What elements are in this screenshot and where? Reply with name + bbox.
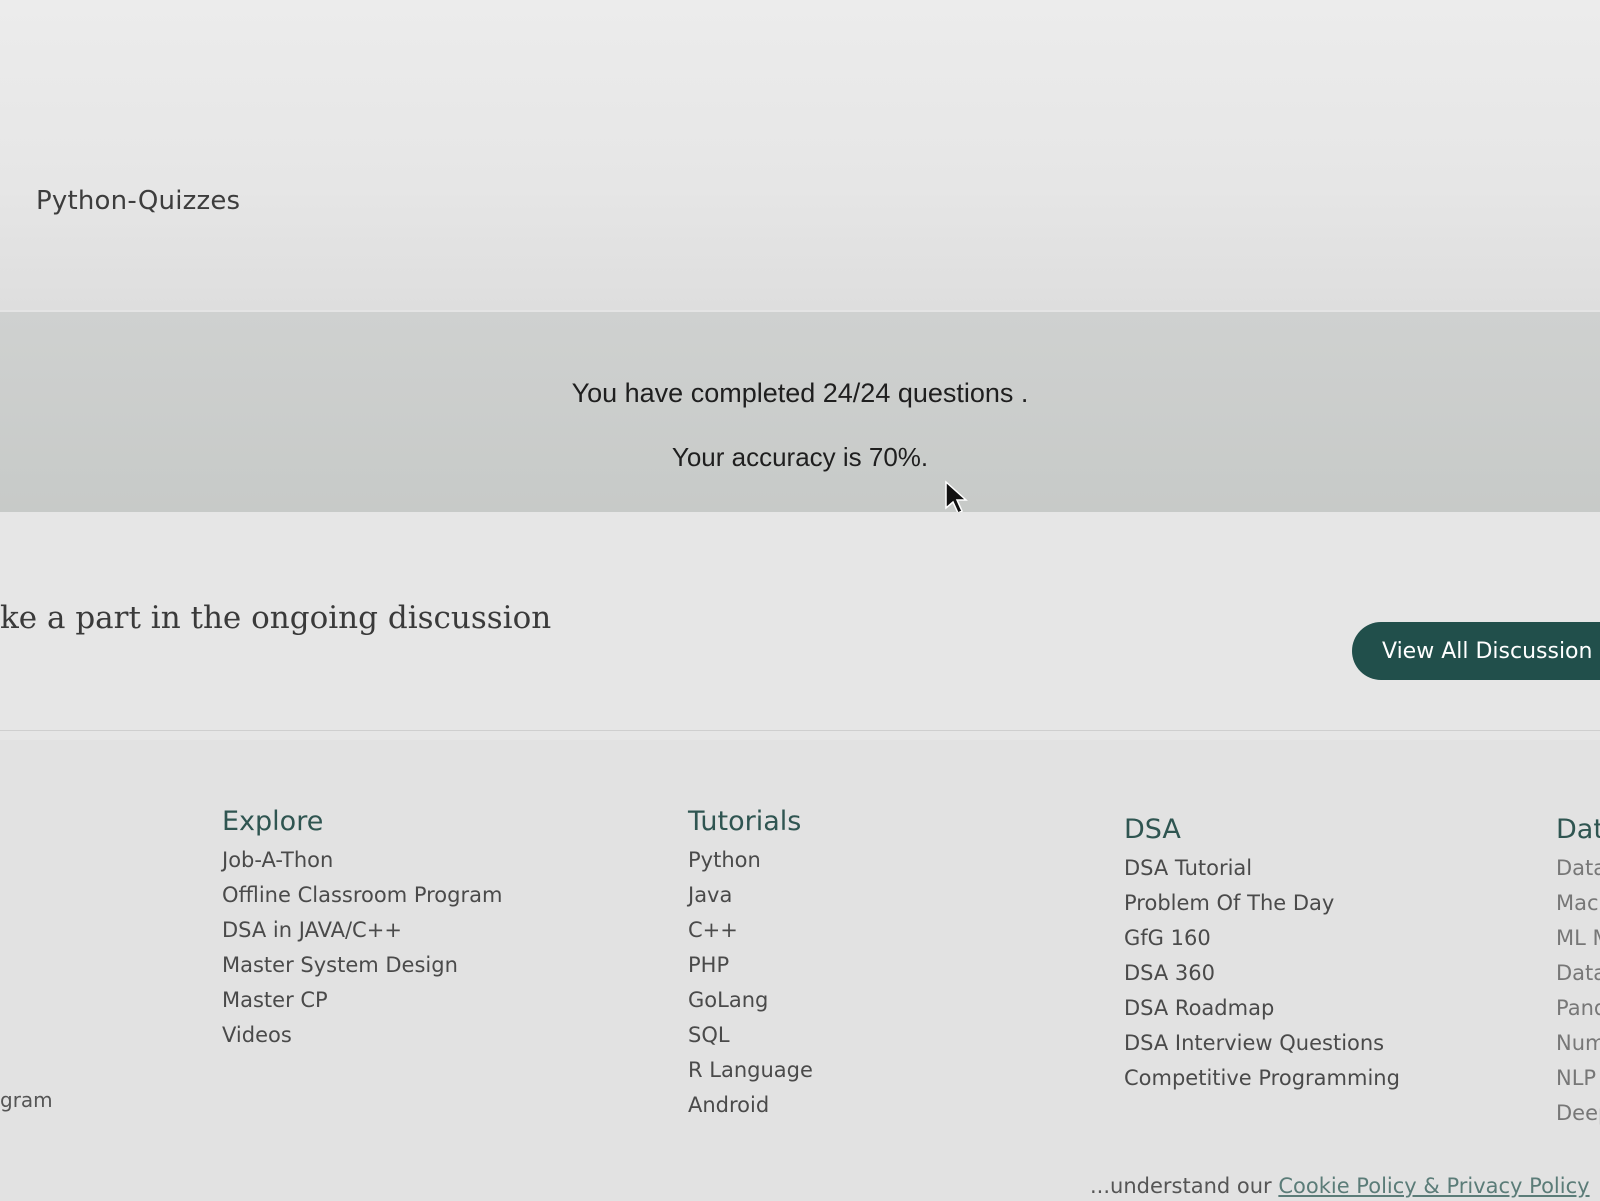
footer-link[interactable]: C++ [688,913,813,948]
footer-column-dsa: DSA DSA Tutorial Problem Of The Day GfG … [1124,814,1400,1096]
footer-link[interactable]: Data [1556,851,1600,886]
footer-link[interactable]: GfG 160 [1124,921,1400,956]
footer-link[interactable]: Master CP [222,983,502,1018]
breadcrumb[interactable]: Python-Quizzes [36,186,240,216]
view-all-discussion-button[interactable]: View All Discussion [1352,622,1600,680]
cookie-notice-text: ...understand our [1090,1174,1279,1198]
mouse-cursor-icon [945,480,968,515]
discussion-prompt: ke a part in the ongoing discussion [0,600,552,636]
footer-link[interactable]: DSA 360 [1124,956,1400,991]
footer-link[interactable]: DSA Interview Questions [1124,1026,1400,1061]
footer-column-data: Dat Data Mach ML M Data Panda NumP NLP D… [1556,814,1600,1131]
footer-link[interactable]: DSA in JAVA/C++ [222,913,502,948]
footer-link[interactable]: Competitive Programming [1124,1061,1400,1096]
footer-link[interactable]: DSA Tutorial [1124,851,1400,886]
footer-link[interactable]: Python [688,843,813,878]
footer-heading-dsa: DSA [1124,814,1181,845]
top-area [0,0,1600,310]
footer-link[interactable]: Problem Of The Day [1124,886,1400,921]
footer-link[interactable]: Deep L [1556,1096,1600,1131]
completion-text: You have completed 24/24 questions . [571,378,1029,408]
footer-link[interactable]: NLP [1556,1061,1600,1096]
footer-link[interactable]: DSA Roadmap [1124,991,1400,1026]
result-banner [0,312,1600,512]
footer-link[interactable]: Android [688,1088,813,1123]
footer-link[interactable]: SQL [688,1018,813,1053]
footer-link[interactable]: Offline Classroom Program [222,878,502,913]
accuracy-text: Your accuracy is 70%. [671,442,929,472]
footer-link[interactable]: Master System Design [222,948,502,983]
footer-heading-tutorials: Tutorials [688,806,802,837]
cookie-notice: ...understand our Cookie Policy & Privac… [1090,1174,1590,1198]
cookie-policy-link[interactable]: Cookie Policy & Privacy Policy [1278,1174,1589,1198]
footer-link[interactable]: Mach [1556,886,1600,921]
section-divider [0,730,1600,731]
site-footer: Explore Job-A-Thon Offline Classroom Pro… [0,740,1600,1201]
footer-heading-explore: Explore [222,806,324,837]
footer-link[interactable]: PHP [688,948,813,983]
footer-link[interactable]: Videos [222,1018,502,1053]
footer-heading-data: Dat [1556,814,1600,845]
footer-link[interactable]: Java [688,878,813,913]
footer-link[interactable]: NumP [1556,1026,1600,1061]
footer-link[interactable]: GoLang [688,983,813,1018]
footer-link[interactable]: Panda [1556,991,1600,1026]
footer-partial-link[interactable]: gram [0,1088,53,1112]
footer-link[interactable]: R Language [688,1053,813,1088]
footer-column-tutorials: Tutorials Python Java C++ PHP GoLang SQL… [688,806,813,1123]
footer-link[interactable]: Data [1556,956,1600,991]
footer-link[interactable]: ML M [1556,921,1600,956]
footer-link[interactable]: Job-A-Thon [222,843,502,878]
footer-column-explore: Explore Job-A-Thon Offline Classroom Pro… [222,806,502,1053]
